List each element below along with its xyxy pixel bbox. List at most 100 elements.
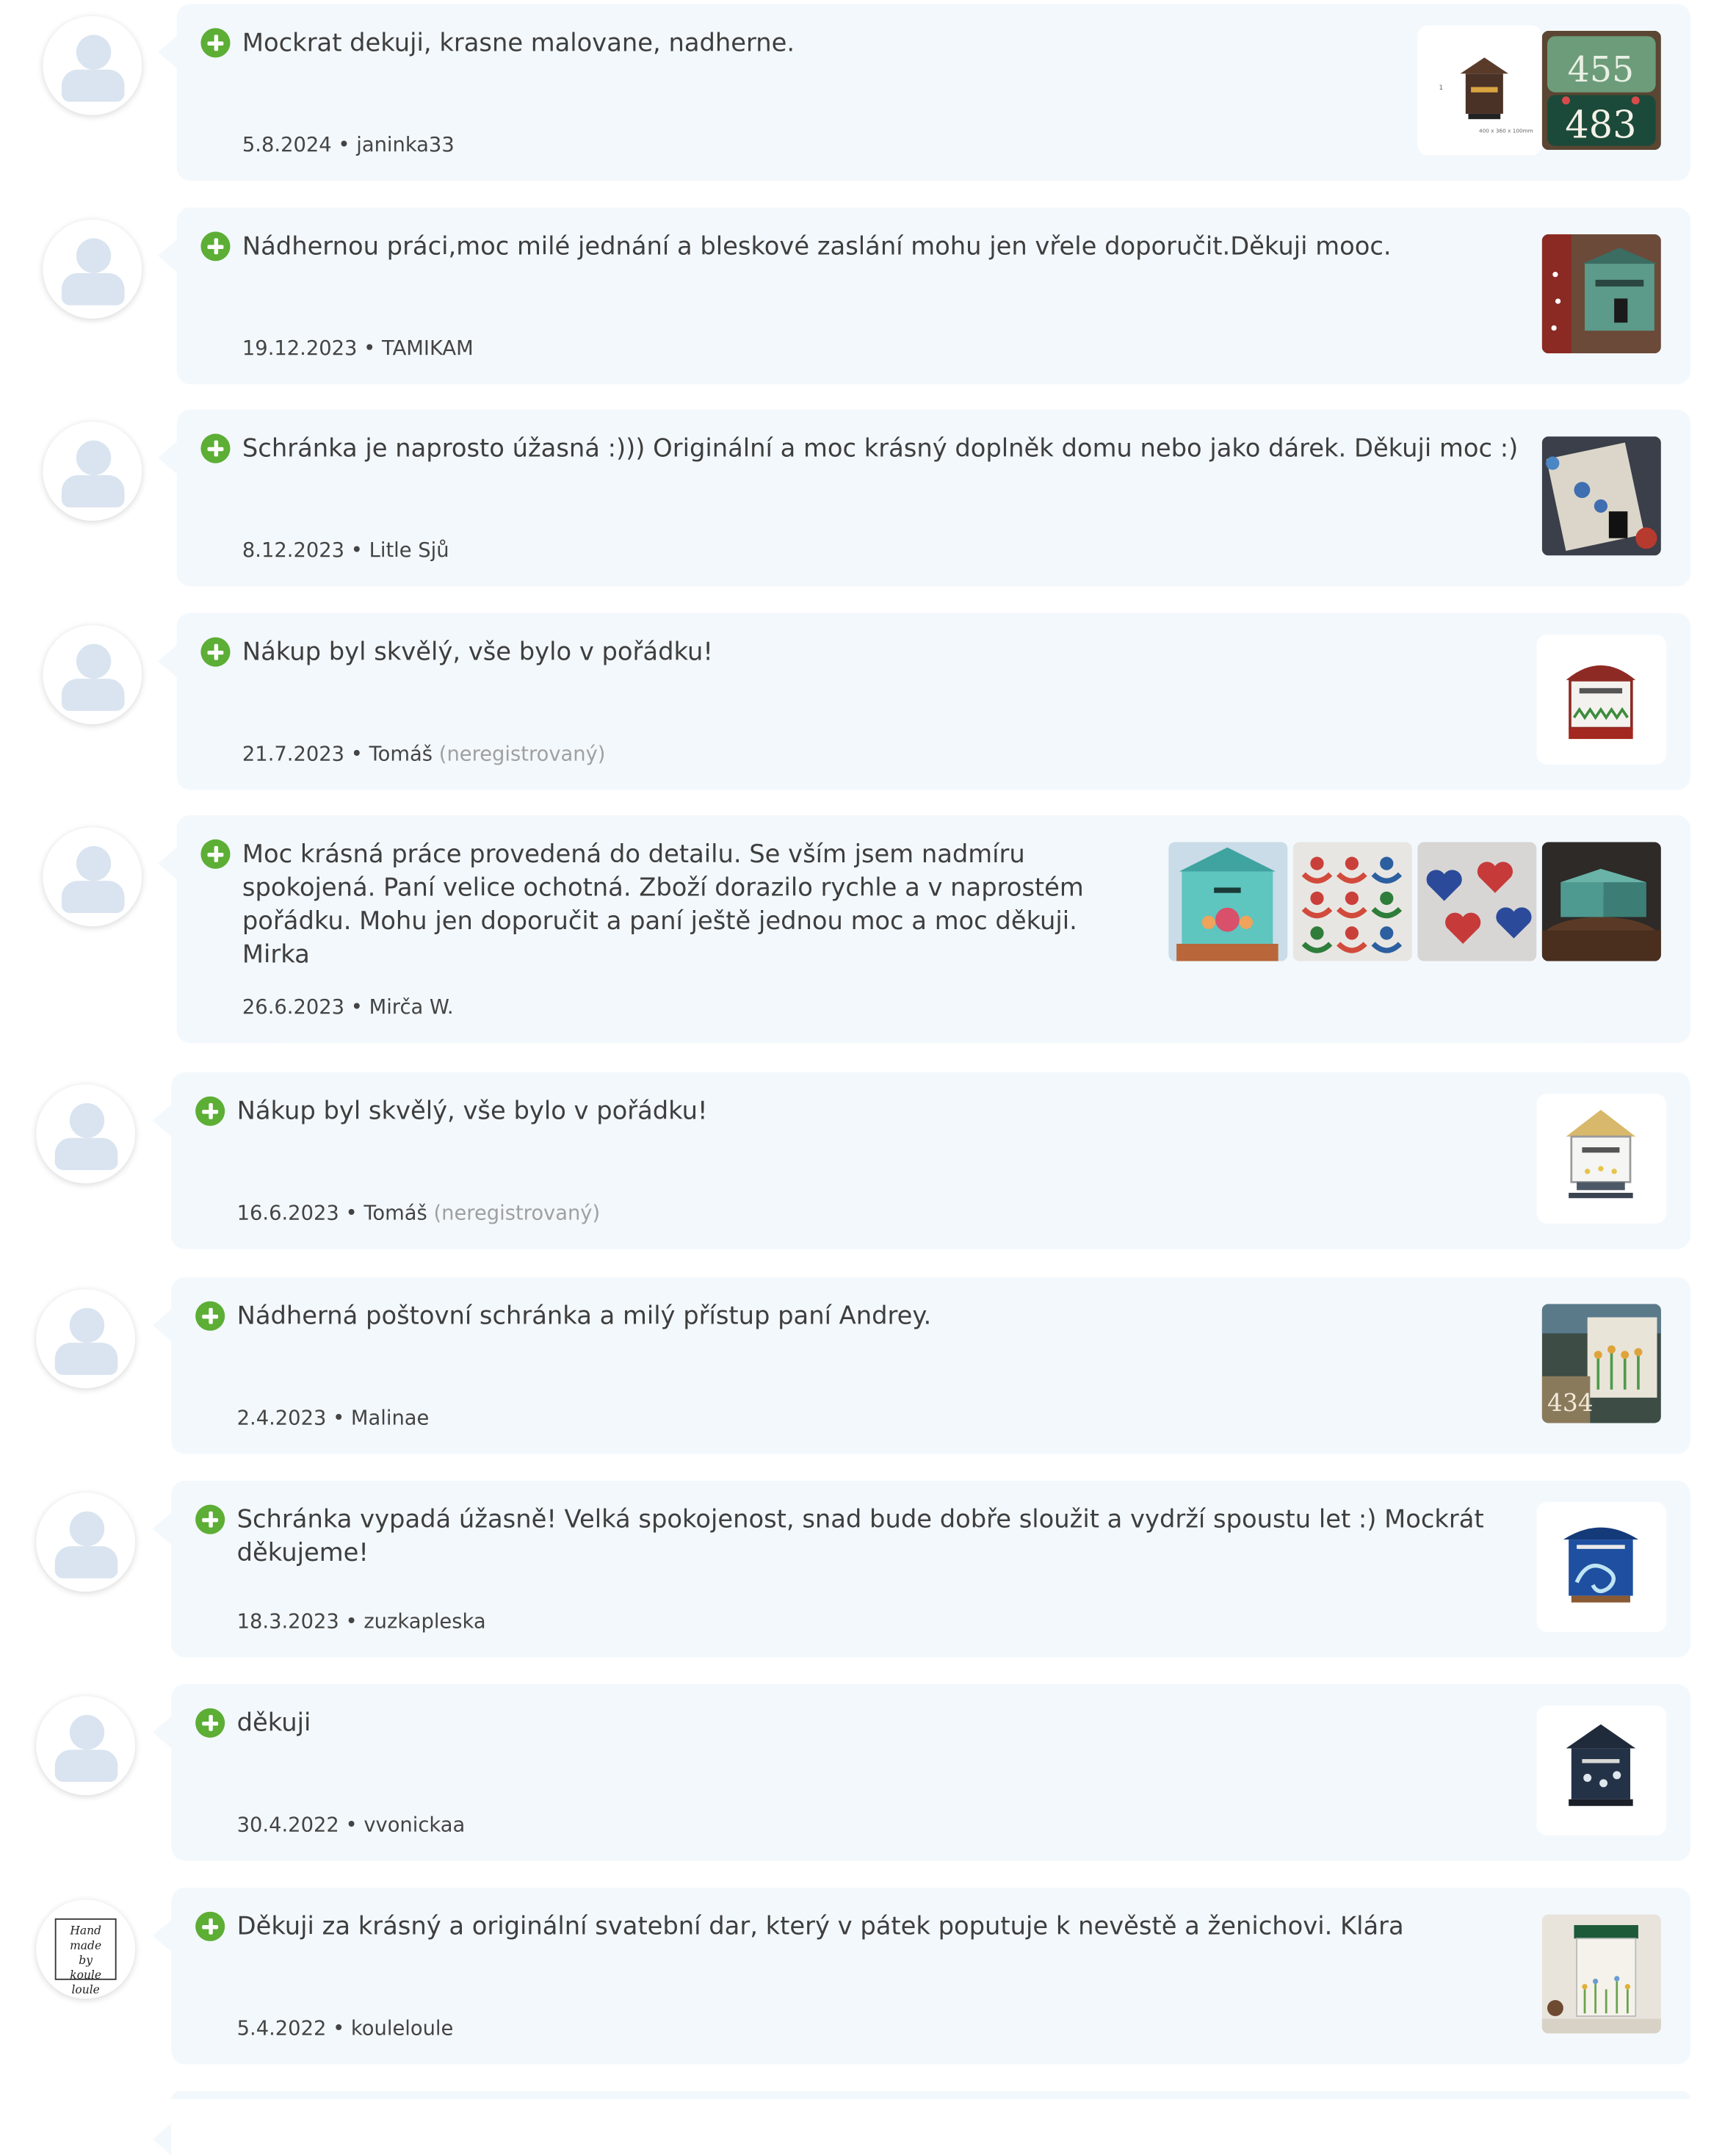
review-date: 18.3.2023 — [236, 1609, 339, 1634]
review-text: Nákup byl skvělý, vše bylo v pořádku! — [242, 638, 713, 667]
review-item: děkuji 30.4.2022 • vvonickaa — [0, 1683, 1736, 1861]
meta-separator: • — [345, 1812, 358, 1837]
review-bubble: děkuji 30.4.2022 • vvonickaa — [152, 1683, 1691, 1861]
review-thumbnails — [1541, 1914, 1661, 2034]
blue-mailbox-photo-thumb[interactable] — [1541, 436, 1661, 556]
review-text: Schránka je naprosto úžasná :))) Originá… — [242, 435, 1519, 463]
review-date: 5.4.2022 — [236, 2015, 327, 2040]
review-text: Nádhernou práci,moc milé jednání a blesk… — [242, 233, 1392, 261]
review-meta: 2.4.2023 • Malinae — [237, 1406, 430, 1430]
meta-separator: • — [350, 995, 363, 1019]
meta-separator: • — [345, 1609, 358, 1634]
review-bubble: Schránka vypadá úžasně! Velká spokojenos… — [152, 1480, 1691, 1658]
painted-mailbox-photo-thumb[interactable] — [1541, 234, 1661, 354]
user-avatar-icon[interactable] — [43, 827, 142, 927]
review-bubble — [152, 2090, 1691, 2155]
review-text: Nákup byl skvělý, vše bylo v pořádku! — [236, 1097, 708, 1126]
user-avatar-icon[interactable] — [43, 15, 142, 115]
review-author-link[interactable]: vvonickaa — [364, 1813, 465, 1837]
positive-rating-icon — [195, 1096, 225, 1126]
review-date: 16.6.2023 — [236, 1200, 339, 1225]
svg-text:434: 434 — [1547, 1389, 1594, 1417]
user-avatar-icon[interactable] — [36, 1289, 136, 1389]
review-item: Schránka je naprosto úžasná :))) Originá… — [0, 409, 1736, 587]
white-red-mailbox-thumb[interactable] — [1536, 634, 1667, 765]
user-avatar-icon[interactable]: Hand made by koule loule — [36, 1899, 136, 1999]
review-item: Hand made by koule loule Děkuji za krásný … — [0, 1887, 1736, 2065]
review-author-link[interactable]: TAMIKAM — [382, 336, 474, 360]
review-meta: 5.8.2024 • janinka33 — [242, 132, 455, 156]
review-thumbnails: 400 x 360 x 100mm 1 455 483 — [1417, 25, 1661, 156]
review-meta: 19.12.2023 • TAMIKAM — [242, 336, 474, 360]
review-item: Nákup byl skvělý, vše bylo v pořádku! 21… — [0, 613, 1736, 790]
review-text: Děkuji za krásný a originální svatební d… — [236, 1913, 1404, 1941]
review-bubble: Moc krásná práce provedená do detailu. S… — [158, 815, 1691, 1043]
review-text: Moc krásná práce provedená do detailu. S… — [242, 840, 1084, 970]
review-author-link[interactable]: Mirča W. — [369, 995, 454, 1019]
review-date: 19.12.2023 — [242, 336, 358, 361]
user-avatar-icon[interactable] — [43, 422, 142, 521]
review-meta: 26.6.2023 • Mirča W. — [242, 995, 454, 1019]
review-meta: 8.12.2023 • Litle Sjů — [242, 538, 449, 563]
review-text: Mockrat dekuji, krasne malovane, nadhern… — [242, 29, 795, 58]
review-bubble: Nádherná poštovní schránka a milý přístu… — [152, 1277, 1691, 1454]
handmade-logo-icon: Hand made by koule loule — [54, 1918, 117, 1997]
positive-rating-icon — [195, 1504, 225, 1534]
review-text: děkuji — [236, 1709, 311, 1738]
review-author-link[interactable]: Litle Sjů — [369, 538, 449, 563]
review-author-link[interactable]: kouleloule — [351, 2016, 453, 2040]
review-thumbnails — [1541, 436, 1661, 556]
user-avatar-icon[interactable] — [36, 1084, 136, 1184]
unregistered-label: (neregistrovaný) — [438, 741, 606, 766]
positive-rating-icon — [195, 1911, 225, 1941]
review-text: Schránka vypadá úžasně! Velká spokojenos… — [236, 1506, 1484, 1568]
review-meta: 21.7.2023 • Tomáš (neregistrovaný) — [242, 742, 606, 766]
review-meta: 5.4.2022 • kouleloule — [237, 2016, 454, 2040]
tulip-mailbox-photo-thumb[interactable]: 434 — [1541, 1304, 1661, 1423]
dark-house-mailbox-thumb[interactable] — [1536, 1705, 1667, 1835]
review-item: Mockrat dekuji, krasne malovane, nadhern… — [0, 4, 1736, 181]
review-item: Nákup byl skvělý, vše bylo v pořádku! 16… — [0, 1072, 1736, 1249]
hearts-thumb[interactable] — [1417, 842, 1537, 961]
review-meta: 18.3.2023 • zuzkapleska — [237, 1609, 486, 1634]
user-avatar-icon[interactable] — [36, 1696, 136, 1796]
review-item: Nádherná poštovní schránka a milý přístu… — [0, 1277, 1736, 1454]
review-date: 5.8.2024 — [242, 132, 332, 157]
review-meta: 30.4.2022 • vvonickaa — [237, 1813, 466, 1837]
review-thumbnails — [1536, 1094, 1667, 1224]
blue-wave-mailbox-thumb[interactable] — [1536, 1502, 1667, 1632]
rocking-horses-thumb[interactable] — [1292, 842, 1412, 961]
turquoise-mailbox-thumb[interactable] — [1168, 842, 1288, 961]
positive-rating-icon — [200, 637, 231, 667]
review-author-link[interactable]: zuzkapleska — [364, 1609, 485, 1634]
white-house-mailbox-thumb[interactable] — [1536, 1094, 1667, 1224]
review-bubble: Nádhernou práci,moc milé jednání a blesk… — [158, 207, 1691, 385]
user-avatar-icon[interactable] — [36, 1492, 136, 1592]
review-thumbnails: 434 — [1541, 1304, 1661, 1423]
house-number-sign-thumb[interactable]: 455 483 — [1541, 30, 1661, 151]
review-author-link[interactable]: Tomáš — [364, 1201, 427, 1225]
review-date: 2.4.2023 — [236, 1405, 327, 1430]
positive-rating-icon — [200, 433, 231, 463]
meadow-mailbox-photo-thumb[interactable] — [1541, 1914, 1661, 2034]
meta-separator: • — [333, 2015, 345, 2040]
review-text: Nádherná poštovní schránka a milý přístu… — [236, 1302, 932, 1331]
user-avatar-icon[interactable] — [43, 625, 142, 725]
svg-text:483: 483 — [1565, 104, 1636, 148]
positive-rating-icon — [195, 1708, 225, 1738]
review-date: 30.4.2022 — [236, 1812, 339, 1837]
review-author-link[interactable]: janinka33 — [356, 132, 455, 156]
review-thumbnails — [1536, 634, 1667, 765]
positive-rating-icon — [200, 28, 231, 58]
mailbox-drawing-thumb[interactable]: 400 x 360 x 100mm 1 — [1417, 25, 1542, 156]
review-author-link[interactable]: Malinae — [351, 1406, 429, 1430]
box-on-barrel-thumb[interactable] — [1541, 842, 1661, 961]
review-author-link[interactable]: Tomáš — [369, 742, 433, 766]
review-thumbnails — [1536, 1705, 1667, 1835]
review-bubble: Schránka je naprosto úžasná :))) Originá… — [158, 409, 1691, 587]
positive-rating-icon — [195, 1301, 225, 1331]
svg-text:400 x 360 x 100mm: 400 x 360 x 100mm — [1479, 127, 1533, 134]
svg-text:1: 1 — [1439, 84, 1443, 92]
review-bubble: Mockrat dekuji, krasne malovane, nadhern… — [158, 4, 1691, 181]
user-avatar-icon[interactable] — [43, 219, 142, 319]
